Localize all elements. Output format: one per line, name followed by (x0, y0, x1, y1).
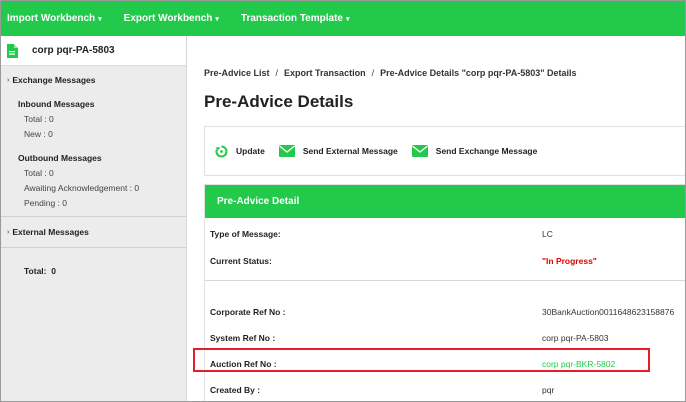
corporate-ref-label: Corporate Ref No : (210, 307, 286, 317)
outbound-total: Total : 0 (24, 168, 54, 178)
breadcrumb-current: Pre-Advice Details "corp pqr-PA-5803" De… (380, 68, 577, 78)
update-label: Update (236, 146, 265, 156)
system-ref-label: System Ref No : (210, 333, 276, 343)
type-of-message-label: Type of Message: (210, 229, 281, 239)
inbound-messages-title: Inbound Messages (18, 99, 95, 109)
nav-import-workbench[interactable]: Import Workbench ▾ (7, 13, 102, 24)
send-exchange-label: Send Exchange Message (435, 146, 538, 156)
exchange-messages-toggle[interactable]: › Exchange Messages (0, 66, 186, 94)
created-by-value: pqr (542, 385, 555, 395)
breadcrumb-separator: / (371, 68, 375, 78)
chevron-right-icon: › (7, 228, 10, 236)
chevron-down-icon: ▾ (98, 15, 102, 23)
envelope-icon (411, 145, 428, 157)
envelope-icon (278, 145, 295, 157)
exchange-messages-title: Exchange Messages (12, 75, 96, 85)
nav-transaction-template[interactable]: Transaction Template ▾ (241, 13, 350, 24)
breadcrumb-export-transaction[interactable]: Export Transaction (284, 68, 366, 78)
created-by-label: Created By : (210, 385, 261, 395)
corporate-ref-value: 30BankAuction0011648623158876 (542, 307, 675, 317)
nav-export-workbench[interactable]: Export Workbench ▾ (124, 13, 219, 24)
chevron-down-icon: ▾ (215, 15, 219, 23)
nav-export-workbench-label: Export Workbench (123, 12, 213, 24)
page-title: Pre-Advice Details (204, 92, 354, 111)
sidebar-header: corp pqr-PA-5803 (0, 36, 186, 66)
sidebar-total: Total: 0 (0, 266, 186, 276)
chevron-down-icon: ▾ (345, 15, 350, 23)
outbound-awaiting: Awaiting Acknowledgement : 0 (24, 183, 140, 193)
exchange-messages-section: › Exchange Messages Inbound Messages Tota… (0, 66, 186, 217)
breadcrumb: Pre-Advice List / Export Transaction / Pre-A… (204, 68, 577, 78)
send-external-label: Send External Message (302, 146, 398, 156)
outbound-messages-title: Outbound Messages (18, 153, 102, 163)
inbound-new: New : 0 (24, 129, 53, 139)
nav-import-workbench-label: Import Workbench (7, 12, 96, 24)
section-divider (205, 280, 686, 281)
type-of-message-value: LC (542, 229, 553, 239)
inbound-total: Total : 0 (24, 114, 54, 124)
send-exchange-message-button[interactable]: Send Exchange Message (411, 145, 538, 157)
outbound-pending: Pending : 0 (24, 198, 68, 208)
highlight-box (193, 348, 650, 372)
nav-transaction-template-label: Transaction Template (240, 12, 343, 24)
corp-name: corp pqr-PA-5803 (32, 45, 115, 56)
external-messages-section: › External Messages (0, 217, 186, 248)
sidebar: corp pqr-PA-5803 › Exchange Messages Inbo… (0, 36, 187, 402)
action-toolbar: Update Send External Message Send Exchan… (204, 126, 686, 176)
breadcrumb-pre-advice-list[interactable]: Pre-Advice List (204, 68, 270, 78)
current-status-label: Current Status: (210, 256, 272, 266)
external-messages-toggle[interactable]: › External Messages (0, 217, 186, 247)
system-ref-value: corp pqr-PA-5803 (542, 333, 609, 343)
document-icon (6, 43, 18, 58)
send-external-message-button[interactable]: Send External Message (278, 145, 398, 157)
status-badge: "In Progress" (542, 256, 597, 266)
total-label: Total: (24, 266, 47, 276)
breadcrumb-separator: / (275, 68, 279, 78)
update-button[interactable]: Update (215, 145, 265, 158)
refresh-icon (215, 145, 228, 157)
panel-title: Pre-Advice Detail (205, 185, 686, 218)
total-value: 0 (51, 266, 56, 276)
top-navigation-bar: Import Workbench ▾ Export Workbench ▾ Tran… (0, 0, 686, 36)
chevron-right-icon: › (7, 76, 10, 84)
external-messages-title: External Messages (12, 227, 89, 237)
